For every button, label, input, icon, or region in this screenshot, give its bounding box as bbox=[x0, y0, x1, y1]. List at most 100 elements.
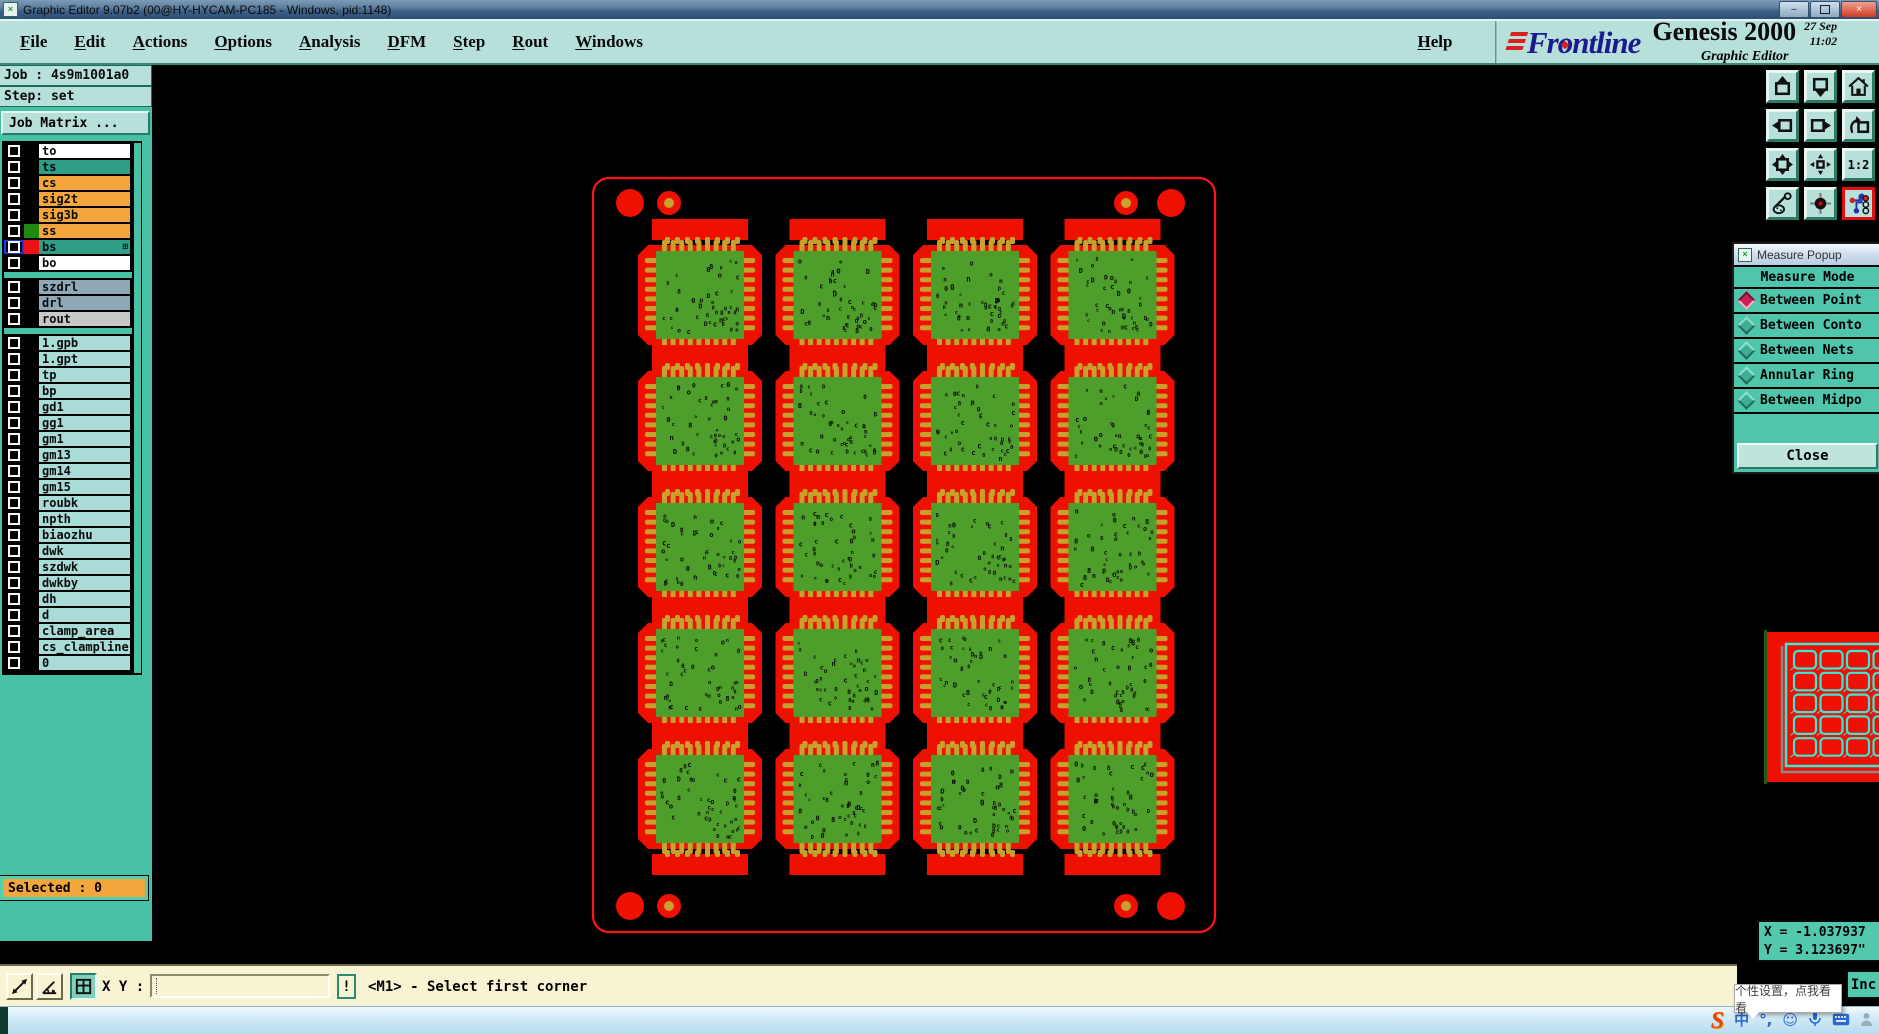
layer-row-sig2t[interactable]: sig2t bbox=[4, 192, 130, 206]
layer-swatch-bo[interactable] bbox=[24, 256, 39, 270]
layer-swatch-ts[interactable] bbox=[24, 160, 39, 174]
layer-checkbox-gm13[interactable] bbox=[4, 448, 24, 462]
layer-checkbox-dh[interactable] bbox=[4, 592, 24, 606]
layer-row-gd1[interactable]: gd1 bbox=[4, 400, 130, 414]
measure-option-0[interactable]: Between Point bbox=[1734, 289, 1879, 314]
layer-row-dwk[interactable]: dwk bbox=[4, 544, 130, 558]
layer-checkbox-tp[interactable] bbox=[4, 368, 24, 382]
layer-checkbox-gg1[interactable] bbox=[4, 416, 24, 430]
layer-row-cs_clampline[interactable]: cs_clampline bbox=[4, 640, 130, 654]
layer-swatch-d[interactable] bbox=[24, 608, 39, 622]
layer-swatch-1.gpb[interactable] bbox=[24, 336, 39, 350]
layer-checkbox-bo[interactable] bbox=[4, 256, 24, 270]
menu-options[interactable]: Options bbox=[214, 32, 272, 52]
radio-diamond-icon[interactable] bbox=[1737, 366, 1756, 385]
layer-checkbox-szdwk[interactable] bbox=[4, 560, 24, 574]
measure-close-button[interactable]: Close bbox=[1737, 443, 1878, 469]
layer-row-bp[interactable]: bp bbox=[4, 384, 130, 398]
layer-swatch-drl[interactable] bbox=[24, 296, 39, 310]
menu-rout[interactable]: Rout bbox=[512, 32, 548, 52]
job-matrix-button[interactable]: Job Matrix ... bbox=[1, 111, 150, 135]
layer-swatch-tp[interactable] bbox=[24, 368, 39, 382]
layer-name-dh[interactable]: dh bbox=[39, 592, 130, 606]
layer-swatch-gm15[interactable] bbox=[24, 480, 39, 494]
measure-option-3[interactable]: Annular Ring bbox=[1734, 364, 1879, 389]
layer-row-1.gpt[interactable]: 1.gpt bbox=[4, 352, 130, 366]
layer-row-clamp_area[interactable]: clamp_area bbox=[4, 624, 130, 638]
layer-name-ts[interactable]: ts bbox=[39, 160, 130, 174]
layer-checkbox-gm1[interactable] bbox=[4, 432, 24, 446]
layer-row-to[interactable]: to bbox=[4, 144, 130, 158]
layer-checkbox-to[interactable] bbox=[4, 144, 24, 158]
zoom-in-button[interactable] bbox=[1766, 70, 1799, 103]
layer-swatch-dwkby[interactable] bbox=[24, 576, 39, 590]
pan-left-button[interactable] bbox=[1766, 109, 1799, 142]
layer-name-tp[interactable]: tp bbox=[39, 368, 130, 382]
layer-swatch-0[interactable] bbox=[24, 656, 39, 670]
layer-swatch-gd1[interactable] bbox=[24, 400, 39, 414]
measure-option-1[interactable]: Between Conto bbox=[1734, 314, 1879, 339]
layer-row-ss[interactable]: ss bbox=[4, 224, 130, 238]
measure-option-2[interactable]: Between Nets bbox=[1734, 339, 1879, 364]
layer-name-ss[interactable]: ss bbox=[39, 224, 130, 238]
layer-name-gm1[interactable]: gm1 bbox=[39, 432, 130, 446]
layer-swatch-to[interactable] bbox=[24, 144, 39, 158]
layer-swatch-gm1[interactable] bbox=[24, 432, 39, 446]
layer-name-gm13[interactable]: gm13 bbox=[39, 448, 130, 462]
menu-step[interactable]: Step bbox=[453, 32, 485, 52]
layer-swatch-gg1[interactable] bbox=[24, 416, 39, 430]
minimize-button[interactable]: – bbox=[1779, 1, 1809, 18]
home-view-button[interactable] bbox=[1842, 70, 1875, 103]
layer-checkbox-1.gpt[interactable] bbox=[4, 352, 24, 366]
radio-diamond-icon[interactable] bbox=[1737, 316, 1756, 335]
layer-row-biaozhu[interactable]: biaozhu bbox=[4, 528, 130, 542]
layer-row-gm14[interactable]: gm14 bbox=[4, 464, 130, 478]
layer-checkbox-1.gpb[interactable] bbox=[4, 336, 24, 350]
maximize-button[interactable] bbox=[1810, 1, 1840, 18]
layer-row-drl[interactable]: drl bbox=[4, 296, 130, 310]
layer-checkbox-roubk[interactable] bbox=[4, 496, 24, 510]
layer-checkbox-gm14[interactable] bbox=[4, 464, 24, 478]
layer-name-sig3b[interactable]: sig3b bbox=[39, 208, 130, 222]
menu-edit[interactable]: Edit bbox=[74, 32, 105, 52]
layer-row-rout[interactable]: rout bbox=[4, 312, 130, 326]
layer-swatch-1.gpt[interactable] bbox=[24, 352, 39, 366]
layer-row-gg1[interactable]: gg1 bbox=[4, 416, 130, 430]
layer-name-bo[interactable]: bo bbox=[39, 256, 130, 270]
layer-checkbox-bp[interactable] bbox=[4, 384, 24, 398]
layer-checkbox-d[interactable] bbox=[4, 608, 24, 622]
layer-name-dwk[interactable]: dwk bbox=[39, 544, 130, 558]
zoom-out-button[interactable] bbox=[1804, 70, 1837, 103]
layer-checkbox-sig2t[interactable] bbox=[4, 192, 24, 206]
zoom-ratio-button[interactable]: 1:2 bbox=[1842, 148, 1875, 181]
layer-checkbox-drl[interactable] bbox=[4, 296, 24, 310]
layer-name-bs[interactable]: bs ⊞ bbox=[39, 240, 130, 254]
close-button[interactable]: × bbox=[1841, 1, 1877, 18]
radio-diamond-icon[interactable] bbox=[1737, 391, 1756, 410]
layer-name-dwkby[interactable]: dwkby bbox=[39, 576, 130, 590]
ime-tooltip[interactable]: 个性设置，点我看看 bbox=[1734, 984, 1842, 1019]
layer-checkbox-dwk[interactable] bbox=[4, 544, 24, 558]
layer-checkbox-rout[interactable] bbox=[4, 312, 24, 326]
radio-diamond-icon[interactable] bbox=[1737, 291, 1756, 310]
grid-snap-button[interactable] bbox=[70, 973, 97, 1000]
layer-row-dwkby[interactable]: dwkby bbox=[4, 576, 130, 590]
layer-checkbox-dwkby[interactable] bbox=[4, 576, 24, 590]
layer-name-d[interactable]: d bbox=[39, 608, 130, 622]
layer-swatch-biaozhu[interactable] bbox=[24, 528, 39, 542]
previous-view-button[interactable] bbox=[1842, 109, 1875, 142]
menu-analysis[interactable]: Analysis bbox=[299, 32, 360, 52]
layer-swatch-npth[interactable] bbox=[24, 512, 39, 526]
layer-name-bp[interactable]: bp bbox=[39, 384, 130, 398]
layer-row-gm15[interactable]: gm15 bbox=[4, 480, 130, 494]
select-mode-button[interactable] bbox=[6, 973, 33, 1000]
angle-measure-button[interactable] bbox=[36, 973, 63, 1000]
net-highlight-button[interactable] bbox=[1842, 187, 1875, 220]
layer-swatch-rout[interactable] bbox=[24, 312, 39, 326]
layer-checkbox-gm15[interactable] bbox=[4, 480, 24, 494]
layer-list-scrollbar[interactable] bbox=[132, 143, 141, 673]
layer-checkbox-0[interactable] bbox=[4, 656, 24, 670]
layer-name-cs[interactable]: cs bbox=[39, 176, 130, 190]
layer-swatch-gm14[interactable] bbox=[24, 464, 39, 478]
layer-checkbox-biaozhu[interactable] bbox=[4, 528, 24, 542]
